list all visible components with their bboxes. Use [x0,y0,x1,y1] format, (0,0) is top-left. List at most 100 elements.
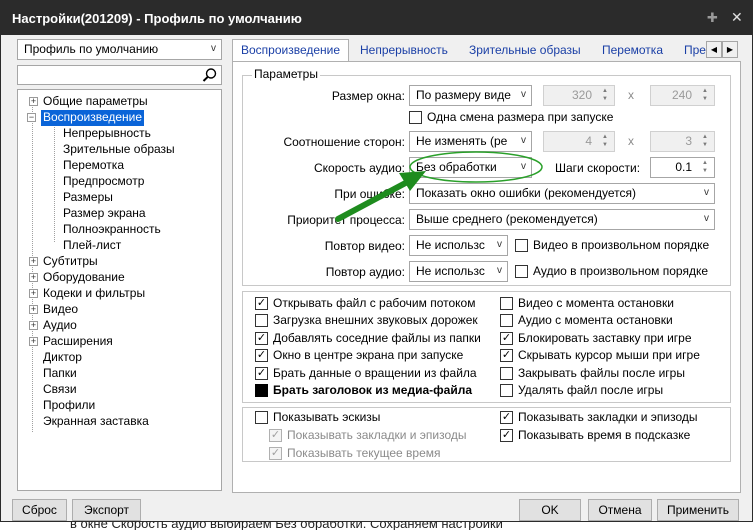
expand-icon[interactable]: + [29,289,38,298]
tree-item[interactable]: Связи [43,382,77,398]
chevron-down-icon: v [497,265,502,276]
tree-item[interactable]: Полноэкранность [63,222,161,238]
cancel-button[interactable]: Отмена [588,499,652,521]
settings-tree[interactable]: + Общие параметры − Воспроизведение Непрерыв… [17,89,222,491]
time-tooltip-label: Показывать время в подсказке [518,428,691,442]
option-checkbox[interactable]: ✓ Блокировать заставку при игре [500,331,692,347]
option-label: Брать данные о вращении из файла [273,365,477,380]
chevron-down-icon: v [704,187,709,198]
tree-item[interactable]: Размеры [63,190,113,206]
expand-icon[interactable]: + [29,257,38,266]
tree-item[interactable]: Экранная заставка [43,414,149,430]
option-checkbox[interactable]: ✓ Добавлять соседние файлы из папки [255,331,481,347]
ok-button[interactable]: OK [519,499,581,521]
search-input[interactable] [17,65,222,85]
tab-seeking[interactable]: Перемотка [602,41,663,61]
option-checkbox[interactable]: Видео с момента остановки [500,296,674,312]
thumbs-bookmarks-checkbox[interactable]: ✓ Показывать закладки и эпизоды [269,428,467,444]
expand-icon[interactable]: + [29,337,38,346]
export-button[interactable]: Экспорт [72,499,141,521]
repeat-audio-select[interactable]: Не использс v [409,261,508,282]
tab-scroll-left-icon[interactable]: ◀ [706,41,722,58]
collapse-icon[interactable]: − [27,113,36,122]
repeat-video-select[interactable]: Не использс v [409,235,508,256]
expand-icon[interactable]: + [29,305,38,314]
expand-icon[interactable]: + [29,97,38,106]
checkmark-icon: ✓ [269,429,282,442]
pin-icon[interactable]: ✚ [707,10,718,26]
single-change-checkbox[interactable]: Одна смена размера при запуске [409,110,613,126]
tree-item-label: Профили [43,398,96,412]
tree-item[interactable]: Профили [43,398,95,414]
tree-item[interactable]: Размер экрана [63,206,146,222]
tree-item[interactable]: + Расширения [29,334,113,350]
option-checkbox[interactable]: Удалять файл после игры [500,383,663,399]
tree-item[interactable]: Непрерывность [63,126,151,142]
time-tooltip-checkbox[interactable]: ✓ Показывать время в подсказке [500,428,690,444]
search-icon[interactable] [202,67,218,83]
on-error-select[interactable]: Показать окно ошибки (рекомендуется) v [409,183,715,204]
option-checkbox[interactable]: ✓ Брать данные о вращении из файла [255,366,477,382]
random-video-checkbox[interactable]: Видео в произвольном порядке [515,238,709,254]
title-bar[interactable]: Настройки(201209) - Профиль по умолчанию… [1,1,752,35]
window-size-select[interactable]: По размеру виде v [409,85,532,106]
profile-select-value: Профиль по умолчанию [24,42,159,56]
tree-item[interactable]: Диктор [43,350,82,366]
height-stepper[interactable]: 240 ▲ ▼ [650,85,715,106]
tree-item[interactable]: + Кодеки и фильтры [29,286,145,302]
option-label: Удалять файл после игры [518,383,664,397]
tree-item[interactable]: Плей-лист [63,238,121,254]
audio-speed-select[interactable]: Без обработки v [409,157,532,178]
option-checkbox[interactable]: Брать заголовок из медиа-файла [255,383,472,399]
priority-select[interactable]: Выше среднего (рекомендуется) v [409,209,715,230]
profile-select[interactable]: Профиль по умолчанию v [17,39,222,60]
expand-icon[interactable]: + [29,273,38,282]
tab-playback[interactable]: Воспроизведение [232,39,350,62]
option-checkbox[interactable]: ✓ Окно в центре экрана при запуске [255,348,463,364]
tree-item[interactable]: − Воспроизведение [27,110,145,126]
window-title: Настройки(201209) - Профиль по умолчанию [12,11,302,26]
apply-button[interactable]: Применить [657,499,739,521]
tab-visuals[interactable]: Зрительные образы [469,41,581,61]
settings-window: Настройки(201209) - Профиль по умолчанию… [0,0,753,522]
tree-item[interactable]: + Оборудование [29,270,125,286]
width-stepper[interactable]: 320 ▲ ▼ [543,85,615,106]
random-audio-checkbox[interactable]: Аудио в произвольном порядке [515,264,708,280]
params-group-title: Параметры [252,67,320,81]
tab-scroll-right-icon[interactable]: ▶ [722,41,738,58]
tree-item[interactable]: + Субтитры [29,254,98,270]
tab-preview[interactable]: Пре [684,41,706,61]
aspect-select[interactable]: Не изменять (ре v [409,131,532,152]
checkmark-icon: ✓ [255,297,268,310]
close-icon[interactable]: ✕ [731,9,743,26]
tree-item[interactable]: Предпросмотр [63,174,144,190]
chevron-down-icon: v [704,213,709,224]
tree-item[interactable]: + Общие параметры [29,94,148,110]
aspect-separator: x [628,134,634,148]
tree-item[interactable]: + Видео [29,302,78,318]
option-checkbox[interactable]: Аудио с момента остановки [500,313,673,329]
tree-item[interactable]: Зрительные образы [63,142,175,158]
tree-item[interactable]: Перемотка [63,158,124,174]
option-checkbox[interactable]: Закрывать файлы после игры [500,366,685,382]
thumbs-time-checkbox[interactable]: ✓ Показывать текущее время [269,446,441,462]
reset-button[interactable]: Сброс [12,499,67,521]
aspect-w-stepper[interactable]: 4 ▲ ▼ [543,131,615,152]
option-checkbox[interactable]: ✓ Открывать файл с рабочим потоком [255,296,475,312]
repeat-video-value: Не использс [416,238,485,252]
option-label: Добавлять соседние файлы из папки [273,330,481,345]
chevron-down-icon: v [211,43,216,54]
expand-icon[interactable]: + [29,321,38,330]
playback-panel: Параметры Размер окна: По размеру виде v … [232,61,741,493]
option-checkbox[interactable]: Загрузка внешних звуковых дорожек [255,313,478,329]
tree-item[interactable]: + Аудио [29,318,77,334]
show-bookmarks-checkbox[interactable]: ✓ Показывать закладки и эпизоды [500,410,698,426]
checkmark-icon: ✓ [500,411,513,424]
aspect-h-stepper[interactable]: 3 ▲ ▼ [650,131,715,152]
tree-item-label: Полноэкранность [63,222,161,236]
tree-item[interactable]: Папки [43,366,77,382]
show-thumbs-checkbox[interactable]: Показывать эскизы [255,410,380,426]
option-checkbox[interactable]: ✓ Скрывать курсор мыши при игре [500,348,700,364]
tab-continuity[interactable]: Непрерывность [360,41,448,61]
speed-step-stepper[interactable]: 0.1 ▲ ▼ [650,157,715,178]
